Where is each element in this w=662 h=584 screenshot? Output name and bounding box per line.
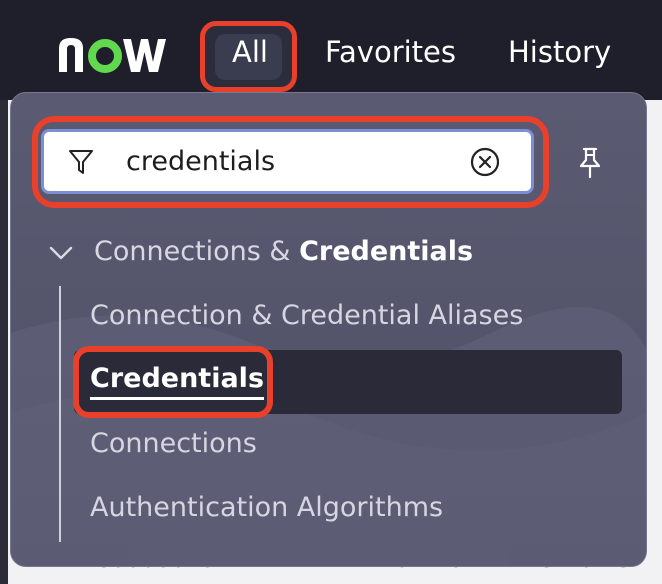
- pin-icon[interactable]: [576, 146, 604, 180]
- tab-favorites[interactable]: Favorites: [325, 35, 456, 69]
- menu-item-authentication-algorithms[interactable]: Authentication Algorithms: [90, 492, 443, 523]
- menu-group-connections-credentials[interactable]: Connections & Credentials: [44, 232, 604, 274]
- now-logo[interactable]: now: [57, 30, 169, 74]
- tab-history[interactable]: History: [508, 35, 611, 69]
- credentials-highlight-outline: [73, 346, 273, 418]
- background-left-strip: [0, 100, 8, 584]
- menu-item-connections[interactable]: Connections: [90, 428, 257, 459]
- group-label-match: Credentials: [299, 236, 474, 267]
- menu-item-connection-credential-aliases[interactable]: Connection & Credential Aliases: [90, 300, 523, 331]
- clear-icon[interactable]: [469, 146, 501, 178]
- tree-guide-line: [59, 286, 61, 542]
- tab-all[interactable]: All: [232, 35, 268, 69]
- filter-icon: [69, 150, 93, 174]
- filter-input[interactable]: [118, 138, 474, 184]
- menu-group-label: Connections & Credentials: [94, 236, 473, 267]
- group-label-prefix: Connections &: [94, 236, 300, 267]
- chevron-down-icon[interactable]: [48, 243, 74, 263]
